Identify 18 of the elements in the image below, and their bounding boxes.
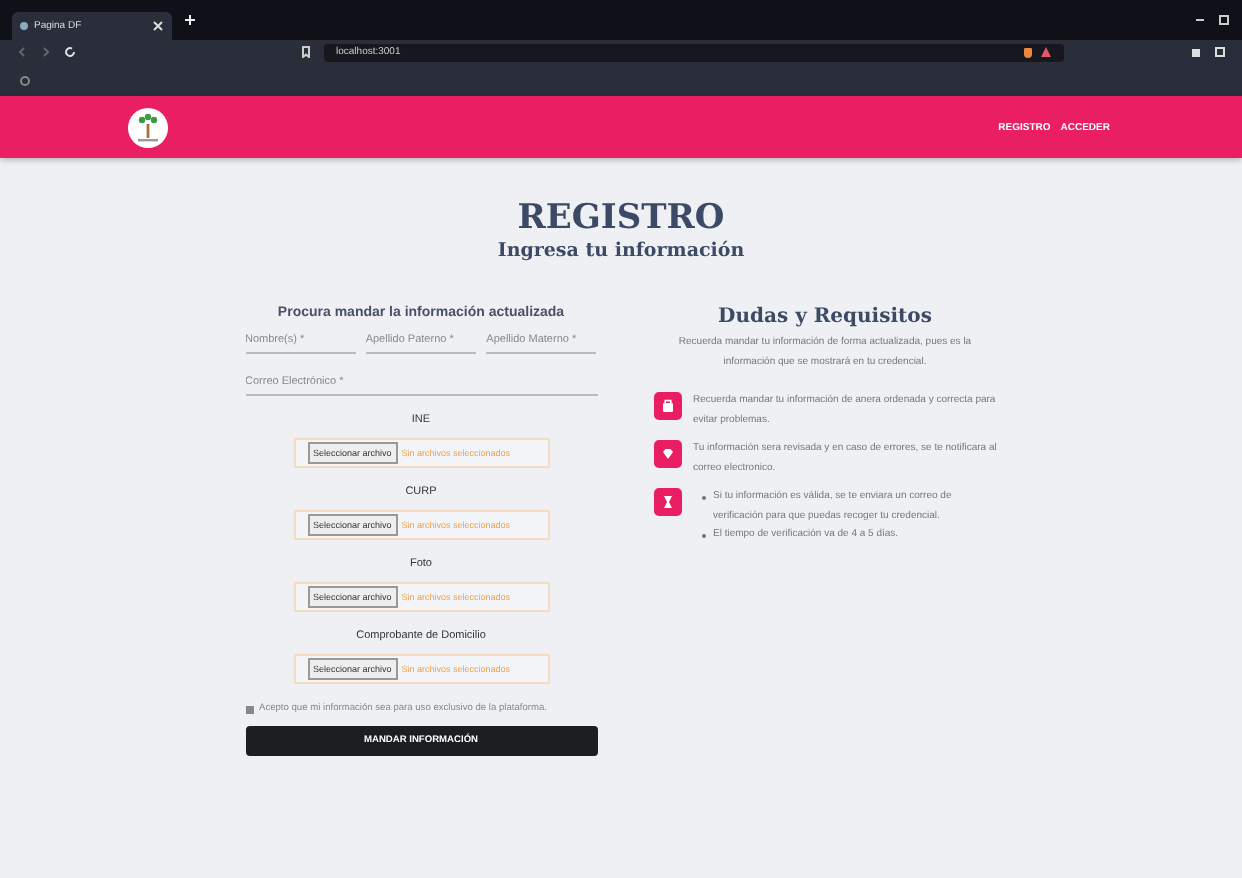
tree-logo-icon[interactable] [128, 107, 168, 147]
maximize-icon[interactable] [1218, 14, 1230, 26]
bookmark-icon[interactable] [300, 46, 312, 58]
new-tab-icon[interactable] [184, 14, 196, 26]
back-icon[interactable] [16, 46, 28, 58]
page-subtitle: Ingresa tu información [497, 240, 745, 262]
bag-icon [653, 392, 681, 420]
reload-icon[interactable] [64, 46, 76, 58]
triangle-icon[interactable] [1040, 46, 1052, 58]
page-title: REGISTRO [517, 198, 725, 238]
minimize-icon[interactable] [1194, 14, 1206, 26]
info-heading: Dudas y Requisitos [718, 306, 932, 328]
forward-icon[interactable] [40, 46, 52, 58]
hourglass-icon [653, 488, 681, 516]
close-icon[interactable] [152, 20, 164, 32]
sidebar-icon[interactable] [1214, 46, 1226, 58]
shield-icon[interactable] [1024, 47, 1032, 57]
consent-checkbox[interactable] [245, 705, 253, 713]
